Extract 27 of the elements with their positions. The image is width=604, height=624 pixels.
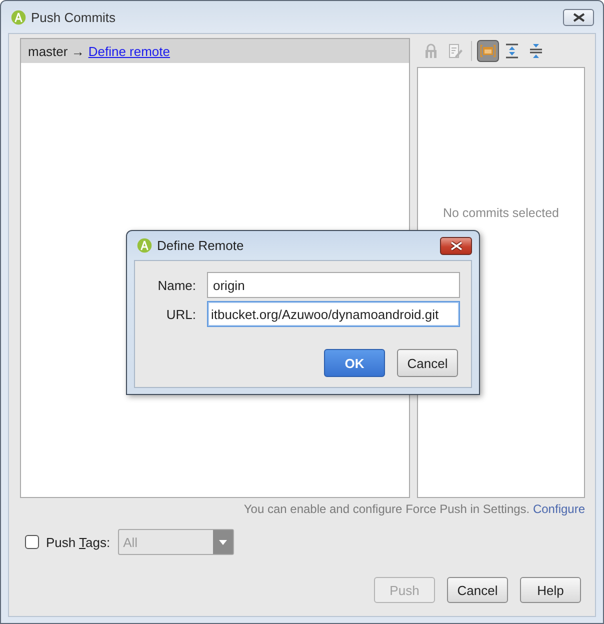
app-icon bbox=[11, 10, 26, 24]
force-push-hint: You can enable and configure Force Push in Settings. Configure bbox=[244, 502, 585, 516]
empty-message: No commits selected bbox=[442, 206, 559, 220]
cancel-button[interactable]: Cancel bbox=[397, 349, 458, 377]
branch-label: master → bbox=[28, 44, 84, 58]
window-title: Push Commits bbox=[31, 10, 116, 24]
define-remote-link[interactable]: Define remote bbox=[88, 44, 170, 58]
folder-icon[interactable] bbox=[477, 40, 499, 62]
expand-all-icon[interactable] bbox=[504, 43, 520, 59]
field-label: URL: bbox=[165, 306, 196, 322]
cancel-button[interactable]: Cancel bbox=[447, 577, 508, 603]
close-button[interactable] bbox=[563, 8, 594, 26]
dialog-title: Define Remote bbox=[157, 238, 244, 253]
collapse-all-icon[interactable] bbox=[528, 43, 544, 59]
name-field[interactable]: origin bbox=[207, 272, 460, 298]
close-icon bbox=[450, 240, 462, 250]
app-icon bbox=[137, 238, 152, 253]
configure-link[interactable]: Configure bbox=[532, 502, 585, 516]
field-label: Name: bbox=[156, 278, 196, 292]
ok-button[interactable]: OK bbox=[324, 349, 385, 377]
close-button[interactable] bbox=[440, 236, 472, 254]
push-tags-label: Push Tags: bbox=[46, 534, 110, 550]
help-button[interactable]: Help bbox=[520, 577, 581, 603]
url-field[interactable]: itbucket.org/Azuwoo/dynamoandroid.git bbox=[207, 301, 460, 327]
close-icon bbox=[572, 12, 584, 22]
caret-icon bbox=[213, 530, 234, 554]
push-tags-checkbox[interactable] bbox=[25, 535, 39, 549]
